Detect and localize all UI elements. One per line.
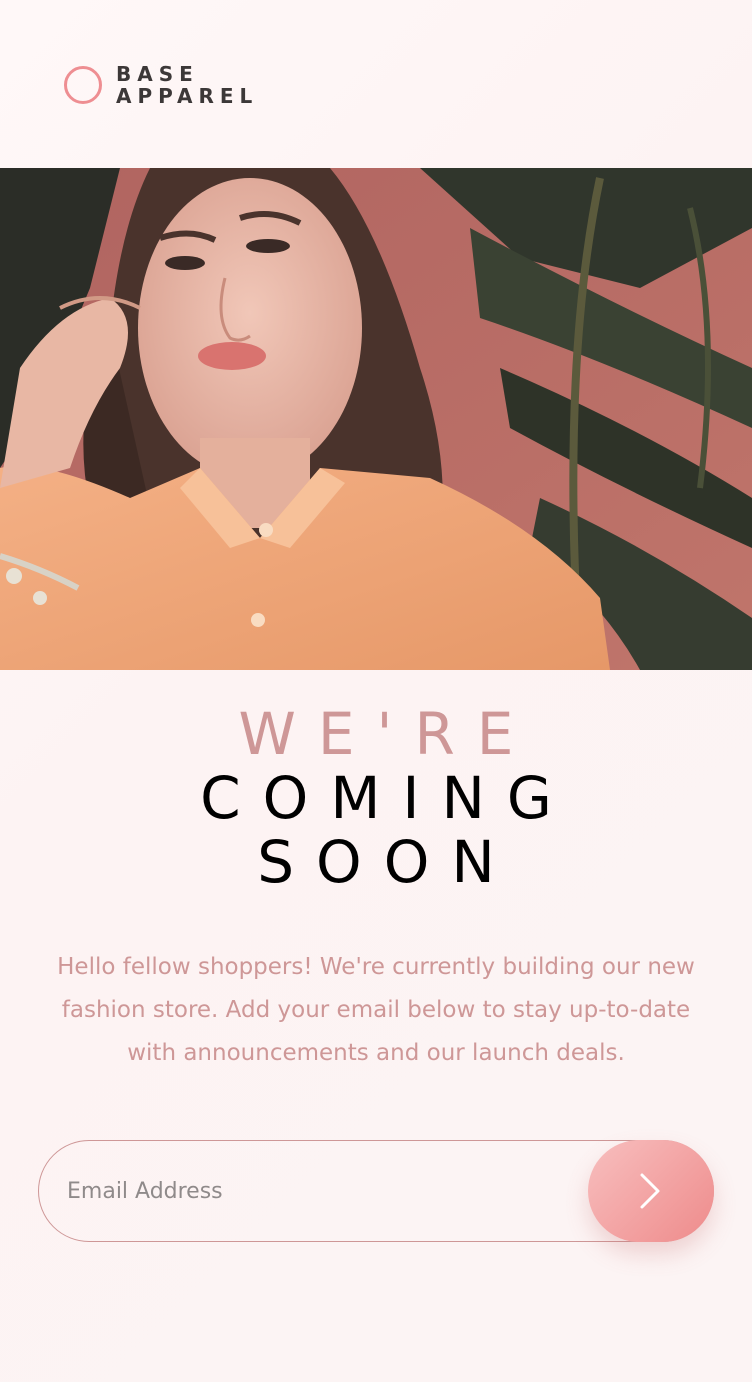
logo-circle-icon [64,66,102,104]
hero-photo [0,168,752,670]
headline-dark-2: SOON [257,828,517,896]
hero-image [0,168,752,670]
chevron-right-icon [640,1173,660,1209]
headline-light: WE'RE [238,700,536,768]
page-headline: WE'RE COMING SOON [0,702,752,894]
description-text: Hello fellow shoppers! We're currently b… [57,954,695,1066]
submit-button[interactable] [588,1140,714,1242]
headline-dark-1: COMING [200,764,574,832]
brand-logo[interactable]: BASE APPAREL [116,63,258,107]
brand-line-1: BASE [116,62,199,86]
brand-line-2: APPAREL [116,84,259,108]
email-signup-form [38,1140,714,1242]
email-input[interactable] [67,1141,587,1241]
site-header: BASE APPAREL [64,63,258,107]
